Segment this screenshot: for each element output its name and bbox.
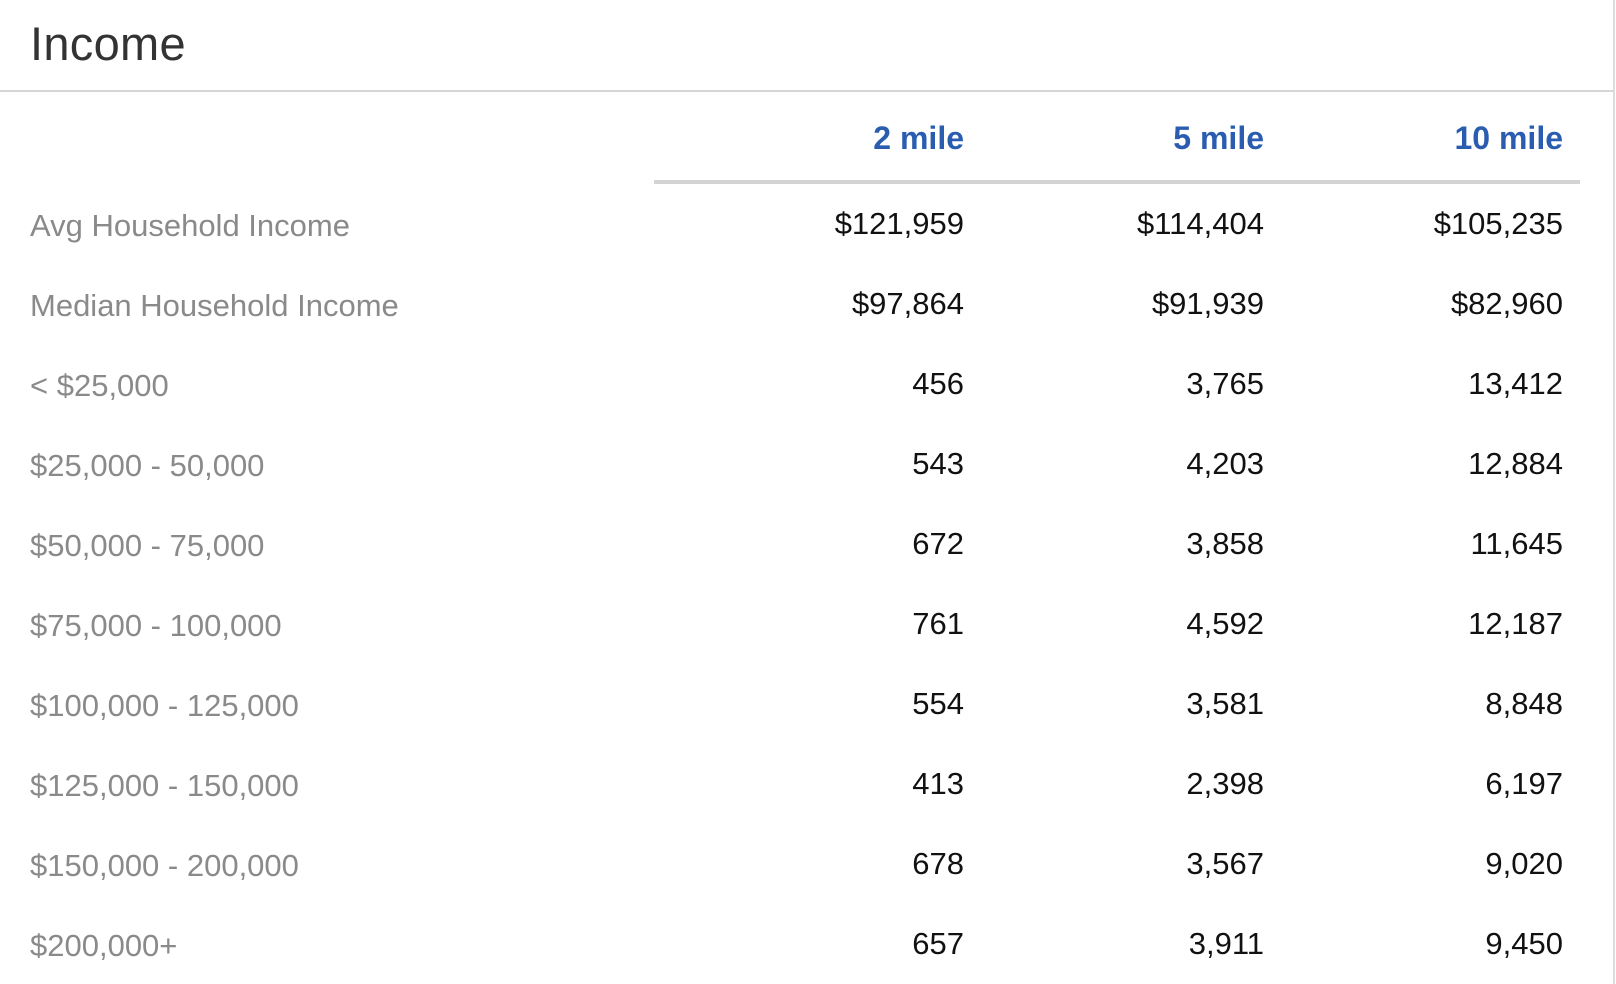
table-row: $75,000 - 100,000 761 4,592 12,187 <box>30 584 1580 664</box>
table-cell: $82,960 <box>1450 286 1563 321</box>
income-table: 2 mile 5 mile 10 mile Avg Household Inco… <box>30 92 1580 984</box>
table-cell: $91,939 <box>1151 286 1264 321</box>
table-row: Avg Household Income $121,959 $114,404 $… <box>30 184 1580 264</box>
table-header-row: 2 mile 5 mile 10 mile <box>30 92 1580 184</box>
row-label: $25,000 - 50,000 <box>30 448 265 483</box>
table-cell: 12,884 <box>1468 446 1563 481</box>
table-cell: 672 <box>912 526 964 561</box>
row-label: $75,000 - 100,000 <box>30 608 282 643</box>
table-cell: 678 <box>912 846 964 881</box>
row-label: $150,000 - 200,000 <box>30 848 299 883</box>
table-cell: 3,581 <box>1186 686 1264 721</box>
table-cell: 9,020 <box>1485 846 1563 881</box>
table-cell: 4,592 <box>1186 606 1264 641</box>
table-row: $200,000+ 657 3,911 9,450 <box>30 904 1580 984</box>
table-row: Median Household Income $97,864 $91,939 … <box>30 264 1580 344</box>
table-row: $100,000 - 125,000 554 3,581 8,848 <box>30 664 1580 744</box>
column-header-10-mile: 10 mile <box>1454 120 1563 156</box>
row-label: < $25,000 <box>30 368 169 403</box>
table-row: $125,000 - 150,000 413 2,398 6,197 <box>30 744 1580 824</box>
table-cell: 12,187 <box>1468 606 1563 641</box>
table-cell: 3,765 <box>1186 366 1264 401</box>
table-row: < $25,000 456 3,765 13,412 <box>30 344 1580 424</box>
row-label: $125,000 - 150,000 <box>30 768 299 803</box>
table-cell: 554 <box>912 686 964 721</box>
table-cell: $121,959 <box>834 206 964 241</box>
row-label: $200,000+ <box>30 928 178 963</box>
table-cell: 6,197 <box>1485 766 1563 801</box>
table-row: $150,000 - 200,000 678 3,567 9,020 <box>30 824 1580 904</box>
table-cell: 8,848 <box>1485 686 1563 721</box>
table-cell: 9,450 <box>1485 926 1563 961</box>
table-cell: 11,645 <box>1470 526 1563 561</box>
table-cell: 3,858 <box>1186 526 1264 561</box>
table-cell: 543 <box>912 446 964 481</box>
panel-title: Income <box>30 17 186 70</box>
table-cell: 13,412 <box>1468 366 1563 401</box>
row-label: $50,000 - 75,000 <box>30 528 265 563</box>
table-cell: 456 <box>912 366 964 401</box>
row-label: $100,000 - 125,000 <box>30 688 299 723</box>
table-cell: 761 <box>912 606 964 641</box>
table-cell: 3,567 <box>1186 846 1264 881</box>
table-cell: $105,235 <box>1433 206 1563 241</box>
panel-header: Income <box>0 0 1613 92</box>
table-row: $25,000 - 50,000 543 4,203 12,884 <box>30 424 1580 504</box>
table-cell: 3,911 <box>1188 926 1264 961</box>
table-cell: 4,203 <box>1186 446 1264 481</box>
table-cell: $97,864 <box>851 286 964 321</box>
table-cell: 657 <box>912 926 964 961</box>
table-cell: 413 <box>912 766 964 801</box>
table-cell: 2,398 <box>1186 766 1264 801</box>
row-label: Avg Household Income <box>30 208 350 243</box>
table-row: $50,000 - 75,000 672 3,858 11,645 <box>30 504 1580 584</box>
column-header-2-mile: 2 mile <box>873 120 964 156</box>
table-cell: $114,404 <box>1137 206 1264 241</box>
column-header-5-mile: 5 mile <box>1173 120 1264 156</box>
income-panel: Income 2 mile 5 mile 10 mile Avg Househo… <box>0 0 1615 984</box>
row-label: Median Household Income <box>30 288 399 323</box>
